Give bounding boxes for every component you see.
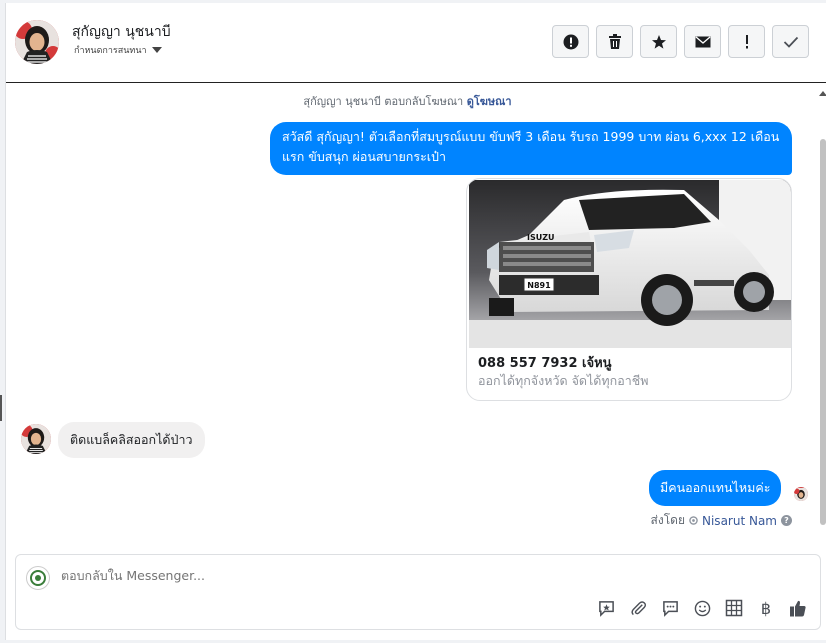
contact-avatar[interactable] [15, 20, 59, 64]
follow-up-button[interactable] [728, 25, 765, 58]
emoji-icon [694, 600, 710, 616]
star-button[interactable] [640, 25, 677, 58]
delete-button[interactable] [596, 25, 633, 58]
sent-by-author[interactable]: Nisarut Nam [702, 514, 777, 528]
saved-reply-icon [598, 600, 614, 617]
seen-indicator-avatar [794, 487, 808, 501]
ad-reply-notice: สุกัญญา นุชนาบี ตอบกลับโฆษณา ดูโฆษณา [6, 92, 809, 110]
mark-unread-button[interactable] [684, 25, 721, 58]
star-icon [651, 34, 666, 49]
conversation-panel: สุกัญญา นุชนาบี กำหนดการสนทนา สุกัญญา นุ… [5, 3, 826, 640]
reply-input[interactable] [61, 568, 661, 583]
license-plate: N891 [527, 281, 551, 290]
outgoing-message: สวัสดี สุกัญญา! ตัวเลือกที่สมบูรณ์แบบ ขั… [270, 122, 792, 175]
conversation-header: สุกัญญา นุชนาบี กำหนดการสนทนา [6, 3, 826, 83]
chat-bubble-icon [662, 600, 678, 617]
mark-done-button[interactable] [772, 25, 809, 58]
view-ad-link[interactable]: ดูโฆษณา [467, 95, 512, 108]
emoji-button[interactable] [693, 599, 711, 617]
ad-car-image: ISUZU N891 [469, 180, 791, 348]
saved-reply-button[interactable] [597, 599, 615, 617]
help-icon[interactable]: ? [781, 515, 792, 526]
alert-circle-icon [563, 34, 578, 49]
gear-icon [689, 516, 698, 525]
exclamation-icon [745, 34, 748, 48]
trash-icon [608, 33, 621, 49]
assign-conversation-label: กำหนดการสนทนา [74, 46, 147, 56]
check-icon [783, 36, 798, 48]
message-composer: ฿ [15, 554, 821, 630]
incoming-message: ติดแบล็คลิสออกได้ป่าว [58, 422, 205, 458]
baht-icon: ฿ [760, 598, 772, 618]
assign-conversation-dropdown[interactable]: กำหนดการสนทนา [74, 43, 162, 57]
outgoing-message: มีคนออกแทนไหมค่ะ [649, 470, 782, 506]
payment-button[interactable]: ฿ [757, 598, 775, 618]
attachment-icon [630, 600, 646, 615]
caret-down-icon [151, 47, 162, 53]
table-icon [725, 599, 743, 617]
scroll-thumb[interactable] [820, 139, 826, 525]
like-button[interactable] [789, 599, 807, 617]
sent-by-info: ส่งโดย Nisarut Nam ? [651, 511, 792, 530]
ad-reply-text: สุกัญญา นุชนาบี ตอบกลับโฆษณา [303, 95, 467, 108]
contact-message-avatar [21, 424, 51, 454]
scroll-up-arrow-icon[interactable] [819, 91, 826, 96]
page-avatar [26, 566, 50, 590]
attach-button[interactable] [629, 599, 647, 617]
mail-icon [695, 36, 710, 47]
ad-card-title: 088 557 7932 เจ้หนู [478, 356, 612, 371]
composer-toolbar: ฿ [597, 598, 807, 618]
chat-button[interactable] [661, 599, 679, 617]
contact-name[interactable]: สุกัญญา นุชนาบี [72, 21, 171, 43]
table-button[interactable] [725, 599, 743, 617]
car-brand-label: ISUZU [527, 233, 555, 242]
thumbs-up-icon [790, 600, 806, 616]
thread-scrollbar[interactable] [819, 91, 826, 531]
conversation-actions [552, 25, 809, 58]
sent-by-label: ส่งโดย [650, 513, 685, 527]
left-edge-marker [0, 395, 2, 421]
ad-card[interactable]: ISUZU N891 088 557 7932 เจ้หนู ออกได้ทุก… [466, 178, 792, 401]
message-thread: สุกัญญา นุชนาบี ตอบกลับโฆษณา ดูโฆษณา สวั… [6, 83, 826, 553]
report-spam-button[interactable] [552, 25, 589, 58]
ad-card-subtitle: ออกได้ทุกจังหวัด จัดได้ทุกอาชีพ [478, 373, 649, 388]
